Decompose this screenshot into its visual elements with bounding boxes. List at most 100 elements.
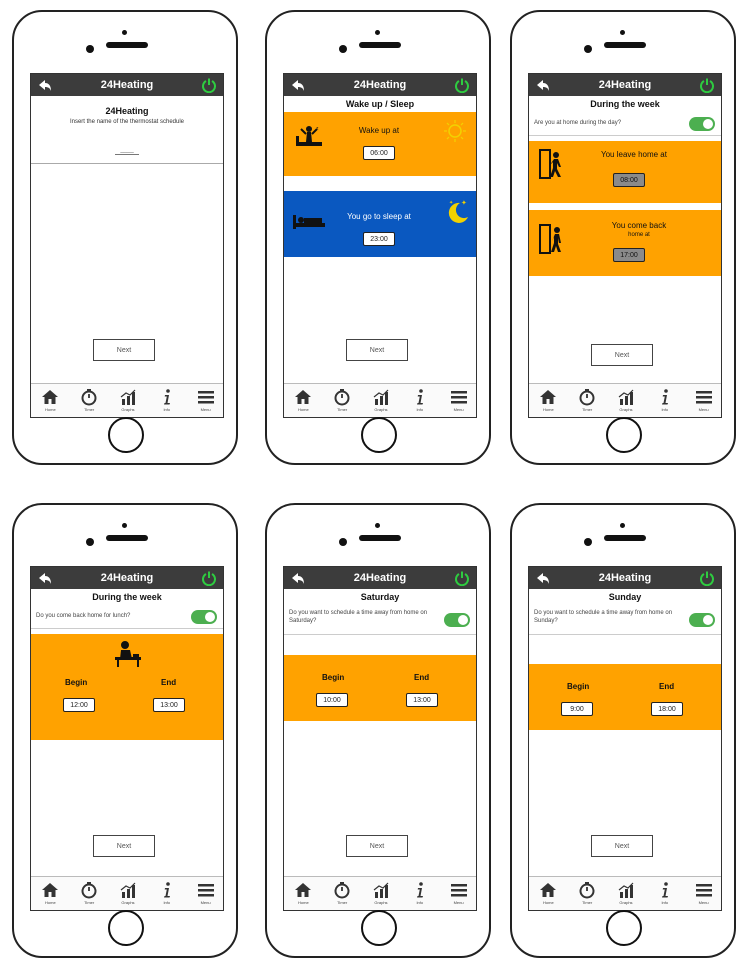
begin-time[interactable]: 9:00 bbox=[561, 702, 593, 716]
next-button[interactable]: Next bbox=[93, 339, 155, 361]
saturday-toggle[interactable] bbox=[444, 613, 470, 627]
come-back-time[interactable]: 17:00 bbox=[613, 248, 645, 262]
next-button[interactable]: Next bbox=[591, 835, 653, 857]
tab-bar: Home Timer Graphs Info Menu bbox=[31, 876, 223, 910]
begin-time[interactable]: 12:00 bbox=[63, 698, 95, 712]
wake-up-card: z Wake up at 06:00 bbox=[284, 112, 476, 176]
graph-icon bbox=[373, 882, 389, 898]
sleep-time[interactable]: 23:00 bbox=[363, 232, 395, 246]
tab-home[interactable]: Home bbox=[35, 881, 65, 905]
camera-dot bbox=[375, 30, 380, 35]
tab-graphs[interactable]: Graphs bbox=[113, 881, 143, 905]
next-button[interactable]: Next bbox=[93, 835, 155, 857]
begin-time[interactable]: 10:00 bbox=[316, 693, 348, 707]
tab-graphs[interactable]: Graphs bbox=[366, 881, 396, 905]
sensor-dot bbox=[584, 538, 592, 546]
lunch-card: Begin End 12:00 13:00 bbox=[31, 634, 223, 740]
back-arrow-icon[interactable] bbox=[290, 570, 306, 586]
tab-home[interactable]: Home bbox=[288, 881, 318, 905]
power-icon[interactable] bbox=[201, 570, 217, 586]
tab-info[interactable]: Info bbox=[405, 881, 435, 905]
tab-info[interactable]: Info bbox=[152, 388, 182, 412]
leave-home-time[interactable]: 08:00 bbox=[613, 173, 645, 187]
tab-graphs[interactable]: Graphs bbox=[113, 388, 143, 412]
home-hardware-button[interactable] bbox=[361, 910, 397, 946]
back-arrow-icon[interactable] bbox=[535, 570, 551, 586]
saturday-card: Begin End 10:00 13:00 bbox=[284, 655, 476, 721]
lunch-toggle[interactable] bbox=[191, 610, 217, 624]
svg-text:✦: ✦ bbox=[461, 199, 467, 207]
home-icon bbox=[42, 883, 59, 897]
sunday-card: Begin End 9:00 18:00 bbox=[529, 664, 721, 730]
tab-timer[interactable]: Timer bbox=[572, 388, 602, 412]
camera-dot bbox=[375, 523, 380, 528]
tab-timer[interactable]: Timer bbox=[327, 881, 357, 905]
tab-label: Menu bbox=[453, 407, 464, 412]
tab-label: Menu bbox=[200, 900, 211, 905]
tab-label: Timer bbox=[84, 407, 95, 412]
sunday-toggle[interactable] bbox=[689, 613, 715, 627]
next-button[interactable]: Next bbox=[346, 339, 408, 361]
power-icon[interactable] bbox=[201, 77, 217, 93]
power-icon[interactable] bbox=[699, 77, 715, 93]
tab-info[interactable]: Info bbox=[405, 388, 435, 412]
power-icon[interactable] bbox=[699, 570, 715, 586]
tab-menu[interactable]: Menu bbox=[444, 388, 474, 412]
tab-home[interactable]: Home bbox=[533, 881, 563, 905]
next-button[interactable]: Next bbox=[346, 835, 408, 857]
tab-info[interactable]: Info bbox=[152, 881, 182, 905]
screen-sunday: 24Heating Sunday Do you want to schedule… bbox=[528, 566, 722, 911]
tab-label: Home bbox=[298, 407, 309, 412]
menu-icon bbox=[197, 391, 214, 404]
tab-menu[interactable]: Menu bbox=[689, 388, 719, 412]
home-hardware-button[interactable] bbox=[606, 910, 642, 946]
tab-graphs[interactable]: Graphs bbox=[611, 881, 641, 905]
tab-info[interactable]: Info bbox=[650, 881, 680, 905]
home-hardware-button[interactable] bbox=[108, 910, 144, 946]
tab-menu[interactable]: Menu bbox=[191, 881, 221, 905]
tab-timer[interactable]: Timer bbox=[74, 881, 104, 905]
camera-dot bbox=[122, 523, 127, 528]
sleep-label: You go to sleep at bbox=[347, 212, 411, 221]
end-time[interactable]: 13:00 bbox=[406, 693, 438, 707]
tab-menu[interactable]: Menu bbox=[689, 881, 719, 905]
menu-icon bbox=[695, 391, 712, 404]
home-hardware-button[interactable] bbox=[361, 417, 397, 453]
speaker-grille bbox=[359, 535, 401, 541]
tab-graphs[interactable]: Graphs bbox=[366, 388, 396, 412]
schedule-name-input[interactable]: ____ bbox=[115, 147, 139, 155]
tab-graphs[interactable]: Graphs bbox=[611, 388, 641, 412]
tab-home[interactable]: Home bbox=[35, 388, 65, 412]
end-time[interactable]: 18:00 bbox=[651, 702, 683, 716]
wake-up-time[interactable]: 06:00 bbox=[363, 146, 395, 160]
tab-label: Graphs bbox=[121, 900, 135, 905]
tab-menu[interactable]: Menu bbox=[191, 388, 221, 412]
next-button[interactable]: Next bbox=[591, 344, 653, 366]
tab-label: Menu bbox=[453, 900, 464, 905]
tab-menu[interactable]: Menu bbox=[444, 881, 474, 905]
speaker-grille bbox=[106, 42, 148, 48]
tab-timer[interactable]: Timer bbox=[572, 881, 602, 905]
sensor-dot bbox=[584, 45, 592, 53]
power-icon[interactable] bbox=[454, 77, 470, 93]
end-time[interactable]: 13:00 bbox=[153, 698, 185, 712]
at-home-toggle[interactable] bbox=[689, 117, 715, 131]
phone-1: 24Heating 24Heating Insert the name of t… bbox=[12, 10, 238, 465]
tab-label: Menu bbox=[698, 900, 709, 905]
home-hardware-button[interactable] bbox=[606, 417, 642, 453]
begin-label: Begin bbox=[65, 678, 88, 687]
tab-timer[interactable]: Timer bbox=[327, 388, 357, 412]
back-arrow-icon[interactable] bbox=[37, 77, 53, 93]
back-arrow-icon[interactable] bbox=[535, 77, 551, 93]
tab-info[interactable]: Info bbox=[650, 388, 680, 412]
back-arrow-icon[interactable] bbox=[37, 570, 53, 586]
tab-timer[interactable]: Timer bbox=[74, 388, 104, 412]
back-arrow-icon[interactable] bbox=[290, 77, 306, 93]
tab-home[interactable]: Home bbox=[533, 388, 563, 412]
tab-home[interactable]: Home bbox=[288, 388, 318, 412]
power-icon[interactable] bbox=[454, 570, 470, 586]
section-title: Sunday bbox=[608, 592, 642, 602]
home-hardware-button[interactable] bbox=[108, 417, 144, 453]
moon-icon: ✦✦ bbox=[448, 199, 468, 223]
tab-label: Info bbox=[163, 407, 171, 412]
